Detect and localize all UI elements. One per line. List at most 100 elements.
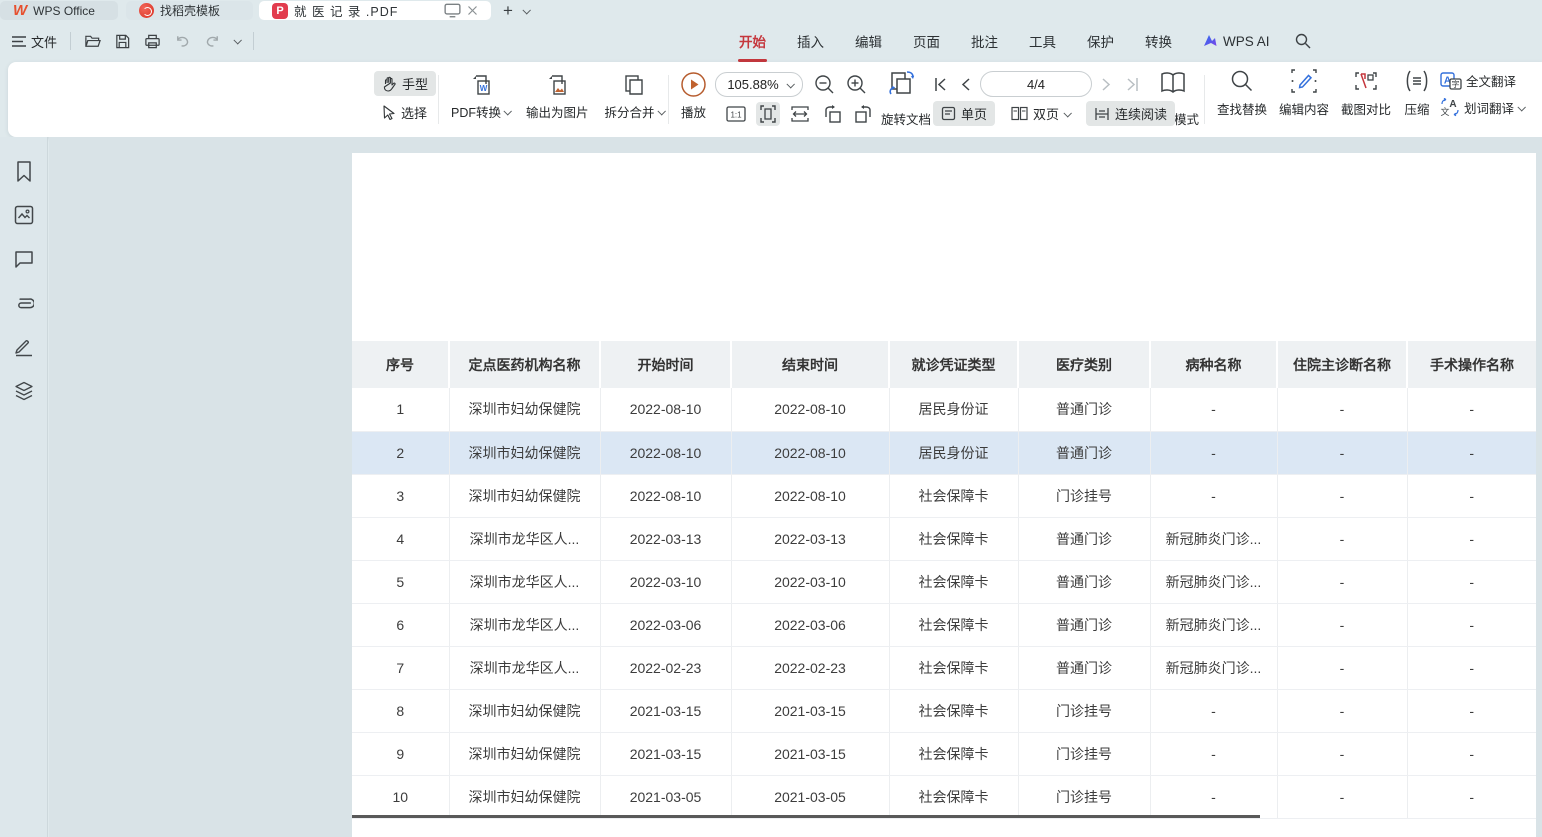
tab-document-active[interactable]: P 就 医 记 录 .PDF — [259, 1, 491, 20]
tab-page[interactable]: 页面 — [912, 27, 941, 55]
single-page-label: 单页 — [961, 104, 987, 123]
table-cell: 7 — [352, 646, 449, 689]
single-page-icon — [941, 106, 956, 121]
actual-size-button[interactable]: 1:1 — [724, 102, 748, 126]
compress-label: 压缩 — [1404, 99, 1429, 118]
previous-page-icon[interactable] — [960, 77, 971, 92]
tab-convert[interactable]: 转换 — [1144, 27, 1173, 55]
tab-wps-home[interactable]: W WPS Office — [0, 1, 118, 20]
attachment-icon[interactable] — [12, 291, 36, 315]
tab-insert[interactable]: 插入 — [796, 27, 825, 55]
table-cell: - — [1407, 689, 1536, 732]
continuous-read-button[interactable]: 连续阅读 — [1086, 101, 1175, 126]
chevron-down-icon — [1517, 103, 1525, 111]
rotate-left-button[interactable] — [820, 102, 844, 126]
undo-icon[interactable] — [174, 33, 191, 50]
single-page-button[interactable]: 单页 — [933, 101, 995, 126]
table-cell: 2022-08-10 — [600, 388, 731, 431]
thumbnails-icon[interactable] — [12, 203, 36, 227]
search-icon[interactable] — [1295, 33, 1311, 49]
tab-list-chevron-icon[interactable] — [522, 6, 530, 14]
read-mode-icon[interactable] — [1160, 71, 1186, 95]
table-cell: 2021-03-15 — [600, 732, 731, 775]
svg-text:字: 字 — [1452, 79, 1460, 89]
table-cell: 普通门诊 — [1018, 388, 1150, 431]
edit-content-button[interactable]: 编辑内容 — [1276, 69, 1332, 118]
rotate-left-icon — [822, 104, 842, 124]
table-cell: 2022-08-10 — [600, 431, 731, 474]
bookmark-icon[interactable] — [12, 159, 36, 183]
table-bottom-border — [352, 815, 1260, 818]
export-image-label: 输出为图片 — [526, 102, 589, 121]
hand-icon — [382, 76, 397, 92]
export-image-button[interactable]: 输出为图片 — [526, 72, 589, 121]
file-menu-button[interactable]: 文件 — [12, 32, 57, 51]
redo-icon[interactable] — [204, 33, 221, 50]
table-cell: 深圳市龙华区人... — [449, 560, 600, 603]
screenshot-compare-button[interactable]: 截图对比 — [1338, 69, 1394, 118]
cursor-icon — [382, 105, 396, 120]
tab-protect[interactable]: 保护 — [1086, 27, 1115, 55]
chevron-down-icon — [503, 107, 511, 115]
page-number-input[interactable] — [980, 71, 1092, 97]
quickbar-chevron-icon[interactable] — [233, 36, 241, 44]
full-translate-button[interactable]: A 字 全文翻译 — [1440, 71, 1542, 90]
table-cell: 2022-03-10 — [600, 560, 731, 603]
chevron-down-icon — [1063, 109, 1071, 117]
file-menu-label: 文件 — [31, 32, 57, 51]
rotate-document-icon[interactable] — [888, 70, 916, 97]
tab-annotate[interactable]: 批注 — [970, 27, 999, 55]
rotate-document-label[interactable]: 旋转文档 — [870, 109, 942, 128]
print-icon[interactable] — [144, 33, 161, 50]
double-page-button[interactable]: 双页 — [1003, 101, 1078, 126]
document-viewport[interactable]: 序号定点医药机构名称开始时间结束时间就诊凭证类型医疗类别病种名称住院主诊断名称手… — [49, 137, 1542, 837]
table-header-row: 序号定点医药机构名称开始时间结束时间就诊凭证类型医疗类别病种名称住院主诊断名称手… — [352, 341, 1536, 388]
comment-icon[interactable] — [12, 247, 36, 271]
save-icon[interactable] — [114, 33, 131, 50]
table-cell: 2021-03-05 — [731, 775, 889, 818]
next-page-icon[interactable] — [1101, 77, 1112, 92]
table-cell: 2022-08-10 — [731, 388, 889, 431]
tab-bar: W WPS Office 找稻壳模板 P 就 医 记 录 .PDF + — [0, 0, 1542, 21]
tab-edit[interactable]: 编辑 — [854, 27, 883, 55]
open-folder-icon[interactable] — [84, 33, 101, 50]
wps-ai-button[interactable]: WPS AI — [1202, 34, 1270, 49]
compress-button[interactable]: 压缩 — [1400, 69, 1434, 118]
play-button[interactable]: 播放 — [680, 71, 707, 121]
table-cell: - — [1277, 517, 1407, 560]
table-cell: 4 — [352, 517, 449, 560]
tab-home[interactable]: 开始 — [738, 27, 767, 55]
tab-docer-templates[interactable]: 找稻壳模板 — [126, 1, 253, 20]
zoom-out-icon[interactable] — [814, 74, 835, 95]
table-cell: - — [1407, 517, 1536, 560]
layers-icon[interactable] — [12, 379, 36, 403]
present-monitor-icon[interactable] — [444, 2, 461, 19]
new-tab-icon[interactable]: + — [503, 2, 513, 19]
find-replace-button[interactable]: 查找替换 — [1214, 69, 1270, 118]
close-tab-icon[interactable] — [467, 5, 478, 16]
double-page-icon — [1011, 106, 1028, 121]
select-tool-button[interactable]: 选择 — [374, 100, 436, 125]
left-panel-bar — [0, 137, 48, 837]
pdf-convert-label: PDF转换 — [451, 102, 501, 121]
tab-tools[interactable]: 工具 — [1028, 27, 1057, 55]
hand-tool-button[interactable]: 手型 — [374, 71, 436, 96]
pdf-convert-button[interactable]: W PDF转换 — [451, 72, 510, 121]
zoom-level-dropdown[interactable]: 105.88% — [715, 72, 803, 97]
signature-icon[interactable] — [12, 335, 36, 359]
table-cell: 2021-03-05 — [600, 775, 731, 818]
svg-text:1:1: 1:1 — [730, 111, 742, 120]
table-cell: 2022-03-06 — [600, 603, 731, 646]
last-page-icon[interactable] — [1125, 77, 1140, 92]
table-cell: 新冠肺炎门诊... — [1150, 646, 1277, 689]
fit-width-button[interactable] — [788, 102, 812, 126]
split-merge-button[interactable]: 拆分合并 — [605, 72, 664, 121]
translate-group: A 字 全文翻译 A 文 划词翻译 — [1440, 69, 1542, 118]
word-translate-button[interactable]: A 文 划词翻译 — [1440, 98, 1542, 117]
divider — [70, 32, 71, 50]
table-cell: 门诊挂号 — [1018, 775, 1150, 818]
first-page-icon[interactable] — [933, 77, 948, 92]
zoom-in-icon[interactable] — [846, 74, 867, 95]
select-tool-label: 选择 — [401, 103, 427, 122]
fit-page-button[interactable] — [756, 102, 780, 126]
